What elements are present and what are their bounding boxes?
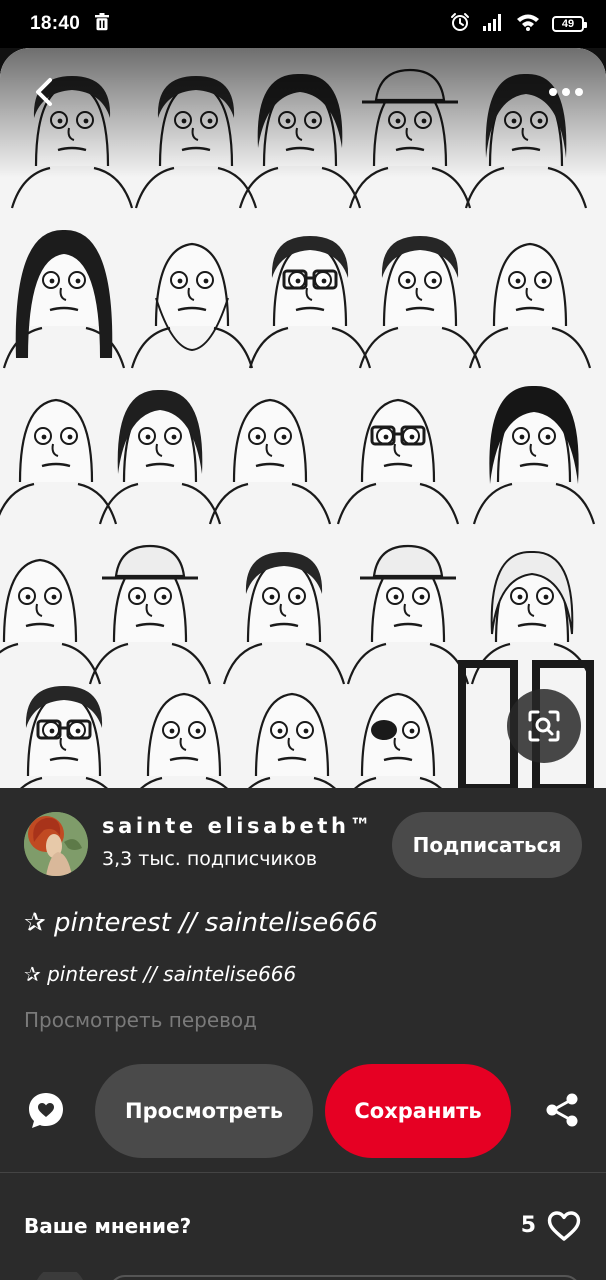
more-horizontal-icon bbox=[548, 87, 584, 97]
view-button[interactable]: Просмотреть bbox=[95, 1064, 313, 1158]
pin-closeup-screen: 18:40 49 sainte elisabeth™ 3,3 тыс. подп… bbox=[0, 0, 606, 1280]
comment-input-peek[interactable] bbox=[0, 1266, 606, 1280]
pin-description: ✰ pinterest // saintelise666 bbox=[24, 962, 297, 986]
trash-icon bbox=[94, 13, 110, 35]
signal-icon bbox=[482, 13, 504, 35]
share-button[interactable] bbox=[540, 1090, 584, 1134]
status-bar: 18:40 49 bbox=[0, 0, 606, 48]
pin-illustration bbox=[0, 48, 606, 788]
battery-indicator: 49 bbox=[552, 16, 587, 32]
feedback-row: Ваше мнение? 5 bbox=[24, 1206, 582, 1250]
chevron-left-icon bbox=[33, 77, 55, 107]
comment-heart-icon bbox=[26, 1090, 66, 1134]
save-button[interactable]: Сохранить bbox=[325, 1064, 511, 1158]
visual-search-button[interactable] bbox=[507, 689, 581, 763]
status-left: 18:40 bbox=[30, 13, 110, 35]
subscribe-button[interactable]: Подписаться bbox=[392, 812, 582, 878]
feedback-label: Ваше мнение? bbox=[24, 1214, 192, 1238]
back-button[interactable] bbox=[14, 62, 74, 122]
actions-row: Просмотреть Сохранить bbox=[0, 1064, 606, 1158]
visual-search-icon bbox=[526, 708, 562, 744]
status-right: 49 bbox=[450, 12, 587, 36]
comment-button[interactable] bbox=[24, 1090, 68, 1134]
share-icon bbox=[545, 1092, 579, 1132]
creator-avatar[interactable] bbox=[24, 812, 88, 876]
alarm-icon bbox=[450, 12, 470, 36]
battery-level: 49 bbox=[561, 17, 575, 30]
pin-details-sheet: sainte elisabeth™ 3,3 тыс. подписчиков П… bbox=[0, 788, 606, 1280]
creator-followers: 3,3 тыс. подписчиков bbox=[102, 848, 318, 870]
more-options-button[interactable] bbox=[542, 72, 590, 112]
creator-name[interactable]: sainte elisabeth™ bbox=[102, 814, 374, 838]
pin-title: ✰ pinterest // saintelise666 bbox=[24, 908, 378, 938]
react-button[interactable] bbox=[546, 1210, 582, 1246]
wifi-icon bbox=[516, 13, 540, 35]
status-time: 18:40 bbox=[30, 13, 81, 34]
pin-image[interactable] bbox=[0, 48, 606, 788]
divider bbox=[0, 1172, 606, 1173]
reaction-count: 5 bbox=[520, 1213, 536, 1238]
heart-outline-icon bbox=[547, 1210, 581, 1246]
translate-link[interactable]: Просмотреть перевод bbox=[24, 1008, 257, 1032]
